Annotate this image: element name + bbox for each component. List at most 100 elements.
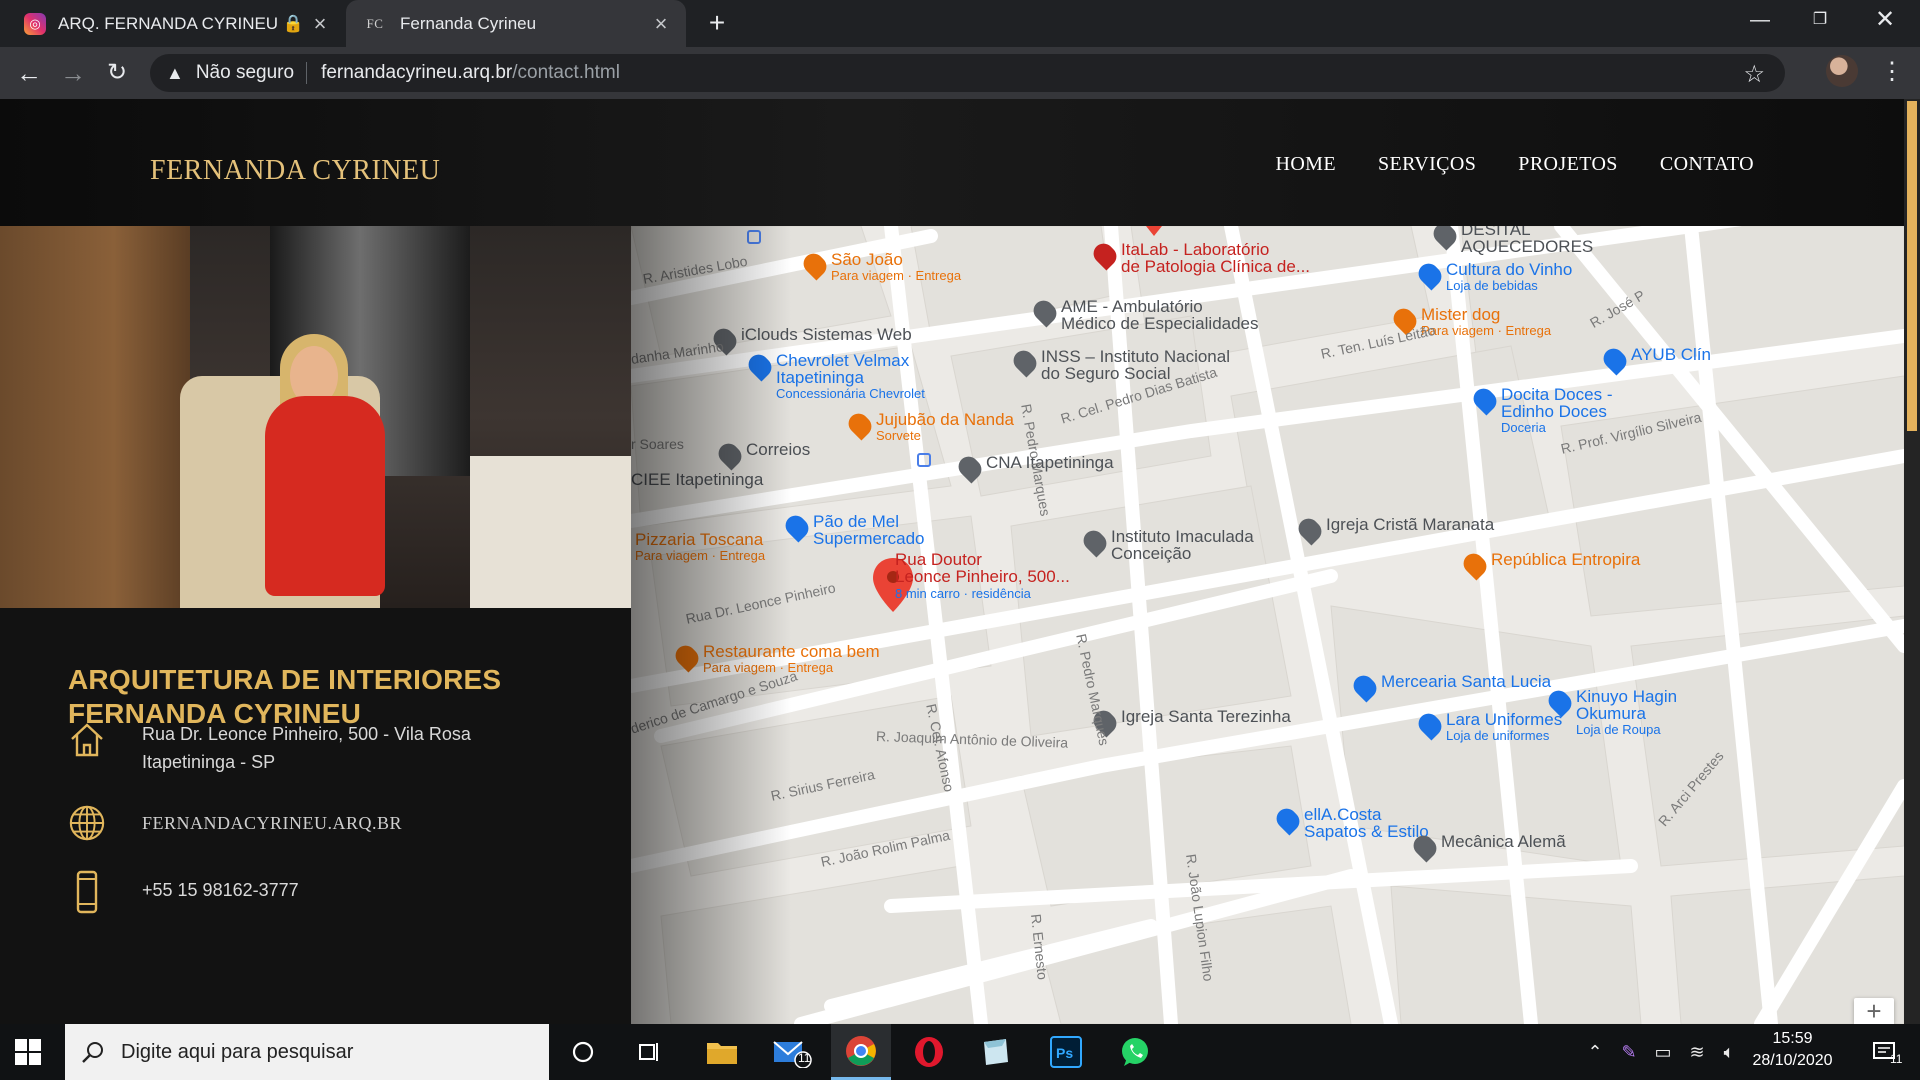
taskbar-search-input[interactable]: Digite aqui para pesquisar [65, 1024, 549, 1080]
map-place-label[interactable]: AME - Ambulatório Médico de Especialidade… [1029, 296, 1259, 332]
map-place-label[interactable]: CIEE Itapetininga [631, 471, 763, 488]
bookmark-star-icon[interactable]: ☆ [1743, 60, 1765, 89]
map-place-label[interactable]: CNA Itapetininga [954, 452, 1114, 484]
website-row: FERNANDACYRINEU.ARQ.BR [68, 803, 402, 843]
windows-start-icon[interactable] [14, 1038, 42, 1066]
map-place-name: Pão de Mel [813, 512, 899, 531]
forward-button[interactable]: → [56, 56, 90, 90]
nav-servicos[interactable]: SERVIÇOS [1378, 153, 1476, 176]
pen-icon[interactable]: ✎ [1614, 1024, 1644, 1080]
map-canvas[interactable] [631, 226, 1904, 1024]
map-place-name-2: de Patologia Clínica de... [1121, 257, 1311, 276]
map-place-label[interactable]: ItaLab - Laboratório de Patologia Clínica… [1089, 239, 1311, 276]
divider [306, 62, 308, 84]
map-place-label[interactable]: Kinuyo Hagin Okumura Loja de Roupa [1544, 686, 1677, 737]
browser-menu-icon[interactable]: ⋮ [1880, 55, 1904, 89]
tray-expand-icon[interactable]: ⌃ [1580, 1024, 1610, 1080]
photoshop-icon[interactable]: Ps [1036, 1024, 1096, 1080]
tab-title: Fernanda Cyrineu [400, 13, 537, 33]
map-place-label[interactable]: Mecânica Alemã [1409, 831, 1566, 863]
opera-icon[interactable] [899, 1024, 959, 1080]
map-place-label[interactable]: Chevrolet Velmax Itapetininga Concessionár… [744, 350, 925, 401]
close-icon[interactable]: × [305, 11, 335, 37]
restore-button[interactable]: ❐ [1790, 0, 1850, 40]
map-place-name-2: Sapatos & Estilo [1304, 822, 1429, 841]
map-place-label[interactable]: Mercearia Santa Lucia [1349, 671, 1551, 703]
notification-icon[interactable]: 11 [1860, 1024, 1910, 1080]
nav-projetos[interactable]: PROJETOS [1518, 153, 1618, 176]
map-place-label[interactable]: iClouds Sistemas Web [709, 324, 912, 356]
map-place-name: Chevrolet Velmax [776, 351, 910, 370]
selected-location-label[interactable]: Rua Doutor Leonce Pinheiro, 500... 8 min… [895, 551, 1070, 602]
map-place-label[interactable]: Jujubão da Nanda Sorvete [844, 409, 1014, 443]
mail-icon[interactable]: 11 [762, 1024, 822, 1080]
new-tab-button[interactable]: + [700, 6, 734, 40]
battery-icon[interactable]: ▭ [1648, 1024, 1678, 1080]
map-place-name-2: Supermercado [813, 529, 925, 548]
tab-fernanda-cyrineu[interactable]: FC Fernanda Cyrineu × [346, 0, 686, 47]
map-place-label[interactable]: Pão de Mel Supermercado [781, 511, 925, 548]
minimize-button[interactable]: — [1730, 0, 1790, 40]
site-brand[interactable]: FERNANDA CYRINEU [150, 155, 440, 187]
file-explorer-icon[interactable] [692, 1024, 752, 1080]
tab-instagram[interactable]: ◎ ARQ. FERNANDA CYRINEU 🔒 (@ × [0, 0, 345, 47]
map-place-name-2: Itapetininga [776, 368, 864, 387]
volume-icon[interactable]: 🔈︎ [1714, 1024, 1744, 1080]
close-icon[interactable]: × [646, 11, 676, 37]
pin-subtitle: 8 min carro · residência [895, 586, 1031, 601]
map-place-label[interactable]: Igreja Santa Terezinha [1089, 706, 1291, 738]
map-place-name: Cultura do Vinho [1446, 260, 1573, 279]
back-button[interactable]: ← [12, 56, 46, 90]
chrome-icon[interactable] [831, 1024, 891, 1080]
map-place-label[interactable]: Cultura do Vinho Loja de bebidas [1414, 259, 1573, 293]
photo-wood-panel [0, 226, 190, 608]
map-place-name-2: AQUECEDORES [1461, 237, 1594, 256]
map-place-label[interactable]: São João Para viagem · Entrega [799, 249, 962, 283]
reload-button[interactable]: ↻ [100, 56, 134, 90]
photo-person-dress [265, 396, 385, 596]
map-place-label[interactable]: Mister dog Para viagem · Entrega [1389, 304, 1552, 338]
clock-date: 28/10/2020 [1752, 1052, 1833, 1069]
map-place-name: Correios [746, 440, 811, 459]
close-window-button[interactable]: ✕ [1855, 0, 1915, 40]
map-place-subtitle: Loja de uniformes [1446, 728, 1550, 743]
map-place-label[interactable]: ellA.Costa Sapatos & Estilo [1272, 804, 1429, 841]
map-place-label[interactable]: AYUB Clín [1599, 344, 1711, 376]
map-place-subtitle: Para viagem · Entrega [1421, 323, 1552, 338]
system-clock[interactable]: 15:59 28/10/2020 [1745, 1028, 1840, 1072]
app-icon[interactable] [966, 1024, 1026, 1080]
wifi-icon[interactable]: ≋ [1682, 1024, 1712, 1080]
map-place-label[interactable]: Correios [714, 439, 811, 471]
nav-contato[interactable]: CONTATO [1660, 153, 1754, 176]
map-place-label[interactable]: Pizzaria Toscana Para viagem · Entrega [631, 529, 765, 563]
map-place-label[interactable]: Lara Uniformes Loja de uniformes [1414, 709, 1562, 743]
map-place-name: Igreja Santa Terezinha [1121, 707, 1291, 726]
website-link[interactable]: FERNANDACYRINEU.ARQ.BR [142, 803, 402, 837]
map-place-label[interactable]: Instituto Imaculada Conceição [1079, 526, 1254, 562]
tab-title: ARQ. FERNANDA CYRINEU 🔒 (@ [58, 13, 305, 33]
url-field[interactable]: ▲ Não seguro fernandacyrineu.arq.br/cont… [150, 54, 1785, 92]
map-place-label[interactable]: Igreja Cristã Maranata [1294, 514, 1494, 546]
map-place-name: Restaurante coma bem [703, 642, 880, 661]
map-place-label[interactable]: Docita Doces - Edinho Doces Doceria [1469, 384, 1612, 435]
google-map[interactable]: São João Para viagem · Entrega ItaLab - La… [631, 226, 1904, 1024]
pin-title-2: Leonce Pinheiro, 500... [895, 567, 1070, 586]
security-label: Não seguro [195, 62, 295, 83]
map-place-label[interactable]: República Entropira [1459, 549, 1640, 581]
address-line-2: Itapetininga - SP [142, 752, 276, 772]
nav-home[interactable]: HOME [1276, 153, 1337, 176]
map-place-subtitle: Para viagem · Entrega [831, 268, 962, 283]
task-view-icon[interactable] [620, 1024, 680, 1080]
whatsapp-icon[interactable] [1105, 1024, 1165, 1080]
map-place-name: ItaLab - Laboratório [1121, 240, 1270, 259]
phone-number[interactable]: +55 15 98162-3777 [142, 870, 299, 904]
mail-badge: 11 [798, 1051, 811, 1065]
cortana-icon[interactable] [553, 1024, 613, 1080]
scrollbar-thumb[interactable] [1907, 101, 1917, 431]
site-favicon: FC [366, 15, 384, 31]
map-place-label[interactable]: DESITAL AQUECEDORES [1429, 226, 1594, 256]
page-scrollbar[interactable] [1904, 99, 1920, 1024]
zoom-in-button[interactable]: + [1854, 998, 1894, 1024]
architect-photo [0, 226, 631, 608]
profile-avatar[interactable] [1826, 55, 1858, 87]
